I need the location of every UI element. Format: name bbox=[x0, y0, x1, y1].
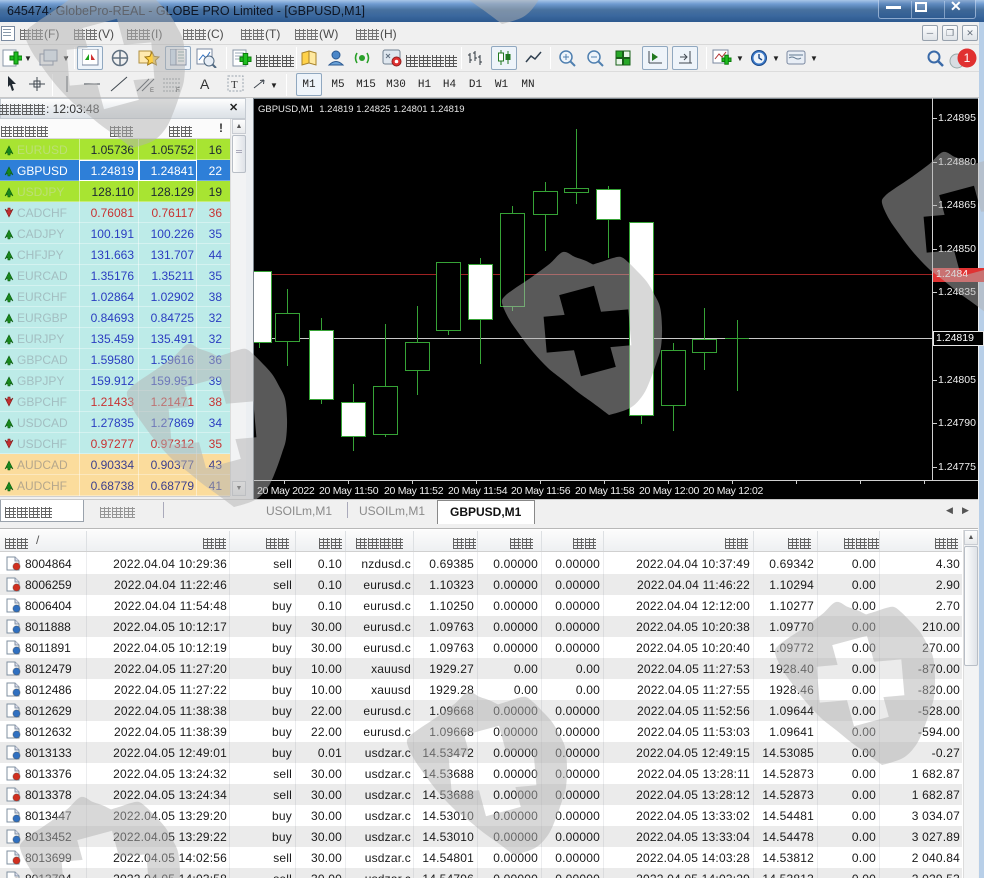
svg-text:T: T bbox=[231, 79, 238, 91]
svg-text:F: F bbox=[176, 88, 180, 92]
svg-text:E: E bbox=[150, 88, 154, 92]
svg-text:1: 1 bbox=[964, 51, 971, 65]
